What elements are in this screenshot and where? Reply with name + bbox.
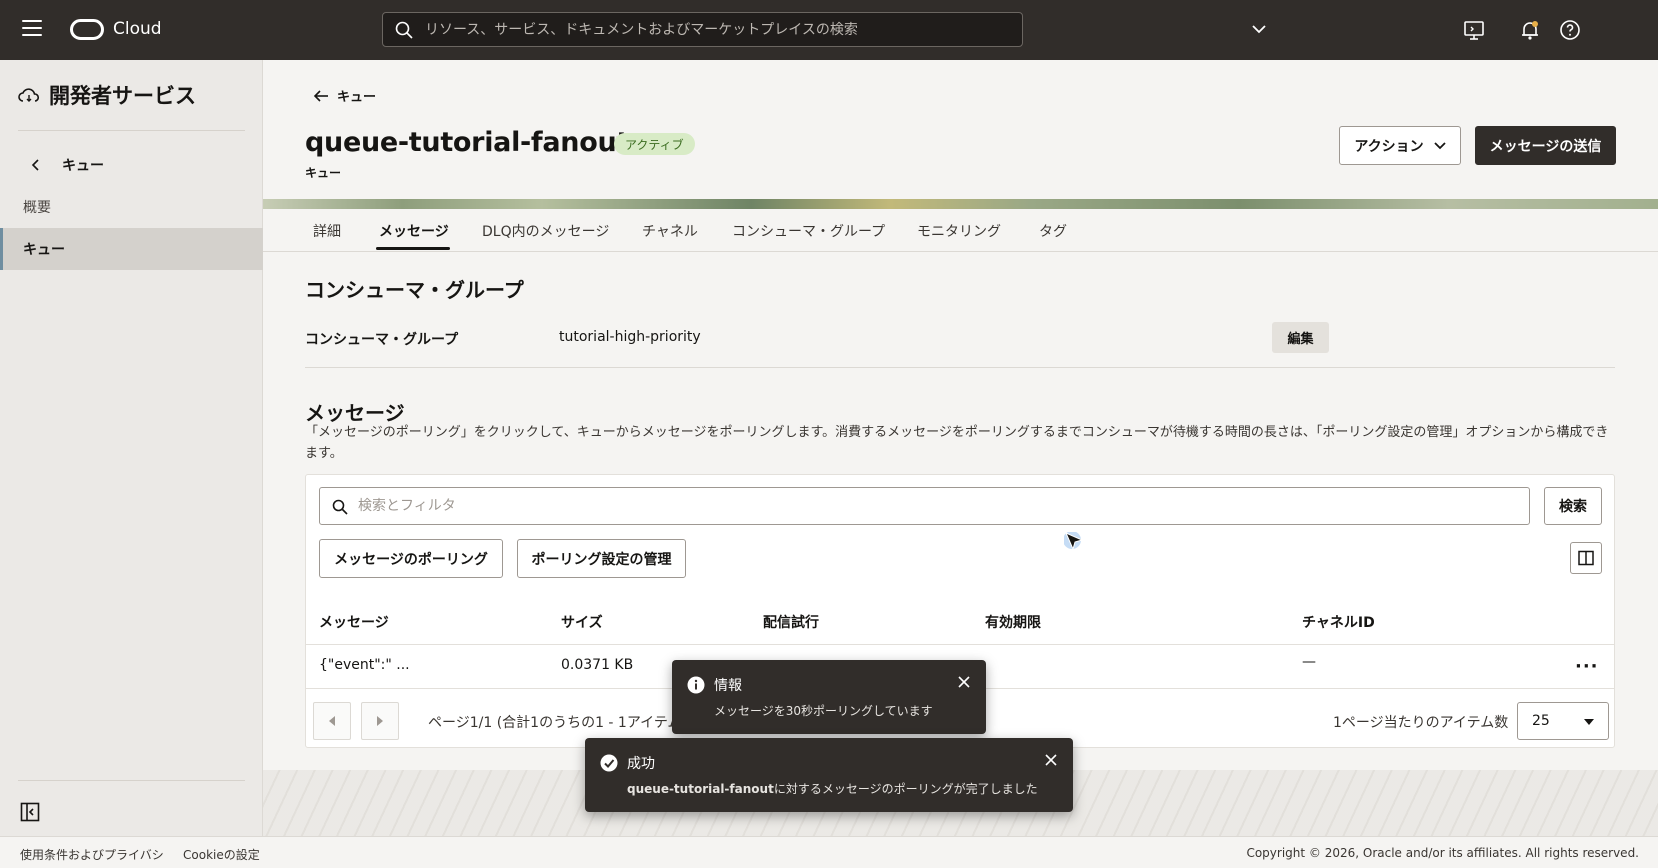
search-filter-input[interactable] [358, 488, 1518, 524]
success-toast-message-text: に対するメッセージのポーリングが完了しました [773, 782, 1038, 796]
tab-channels[interactable]: チャネル [642, 221, 698, 241]
tab-bar: 詳細 メッセージ DLQ内のメッセージ チャネル コンシューマ・グループ モニタ… [263, 209, 1658, 252]
info-toast-title: 情報 [714, 678, 742, 694]
edit-button[interactable]: 編集 [1272, 322, 1329, 353]
menu-icon[interactable] [22, 20, 42, 36]
section-divider [305, 367, 1615, 368]
sidebar-title: 開発者サービス [49, 84, 196, 108]
cookie-settings-link[interactable]: Cookieの設定 [183, 846, 260, 863]
info-toast: 情報 メッセージを30秒ポーリングしています [672, 660, 986, 734]
previous-page-button[interactable] [313, 702, 351, 740]
check-circle-icon [600, 754, 618, 772]
breadcrumb-label: キュー [337, 90, 377, 105]
row-actions-icon[interactable]: ··· [1575, 656, 1599, 677]
consumer-group-section-title: コンシューマ・グループ [305, 278, 524, 302]
chevron-left-icon [31, 159, 39, 171]
collapse-sidebar-icon[interactable] [20, 802, 40, 822]
cell-size: 0.0371 KB [561, 657, 634, 673]
consumer-group-label: コンシューマ・グループ [305, 332, 459, 348]
items-per-page-value: 25 [1532, 713, 1550, 729]
terms-privacy-link[interactable]: 使用条件およびプライバシ [20, 846, 164, 863]
brand-name[interactable]: Cloud [113, 19, 162, 39]
next-page-button[interactable] [361, 702, 399, 740]
tab-details[interactable]: 詳細 [313, 221, 341, 241]
tab-messages[interactable]: メッセージ [379, 221, 449, 241]
page-subtitle: キュー [305, 166, 342, 180]
global-search[interactable] [382, 12, 1023, 47]
chevron-down-icon [1434, 141, 1446, 149]
sidebar-divider [18, 780, 245, 781]
success-toast-queue-name: queue-tutorial-fanout [627, 782, 774, 796]
caret-right-icon [377, 716, 383, 726]
oracle-logo-icon[interactable] [70, 19, 104, 40]
breadcrumb[interactable]: キュー [313, 86, 376, 105]
items-per-page-label: 1ページ当たりのアイテム数 [1333, 715, 1509, 731]
columns-icon [1578, 550, 1594, 566]
info-toast-message: メッセージを30秒ポーリングしています [714, 704, 933, 718]
cell-message[interactable]: {"event":" ... [319, 657, 410, 673]
column-header-delivery-attempts[interactable]: 配信試行 [763, 612, 819, 632]
copyright-text: Copyright © 2026, Oracle and/or its affi… [1246, 846, 1639, 860]
poll-messages-button[interactable]: メッセージのポーリング [319, 539, 503, 578]
column-header-message[interactable]: メッセージ [319, 612, 389, 632]
column-settings-button[interactable] [1570, 542, 1602, 574]
messages-description: 「メッセージのポーリング」をクリックして、キューからメッセージをポーリングします… [305, 425, 1609, 461]
pagination-status: ページ1/1 (合計1のうちの1 - 1アイテム) [428, 715, 687, 731]
search-icon [332, 499, 348, 515]
top-bar: Cloud [0, 0, 1658, 60]
footer: 使用条件およびプライバシ Cookieの設定 Copyright © 2026,… [0, 836, 1658, 868]
info-icon [687, 676, 705, 694]
developer-tools-icon[interactable] [1462, 18, 1486, 42]
success-toast-message: queue-tutorial-fanoutに対するメッセージのポーリングが完了し… [627, 780, 1038, 797]
search-icon [395, 21, 413, 39]
tab-consumer-groups[interactable]: コンシューマ・グループ [732, 221, 885, 241]
tab-dlq-messages[interactable]: DLQ内のメッセージ [482, 221, 609, 241]
tab-monitoring[interactable]: モニタリング [917, 221, 1001, 241]
sidebar-item-overview[interactable]: 概要 [0, 186, 263, 228]
items-per-page-select[interactable]: 25 [1517, 702, 1609, 740]
caret-down-icon [1584, 719, 1594, 725]
page-title: queue-tutorial-fanout [305, 127, 630, 158]
sidebar-back-label: キュー [62, 158, 104, 174]
consumer-group-value: tutorial-high-priority [559, 329, 701, 345]
arrow-left-icon [313, 89, 328, 102]
send-message-button[interactable]: メッセージの送信 [1475, 126, 1616, 165]
help-icon[interactable] [1558, 18, 1582, 42]
close-icon[interactable] [1045, 754, 1057, 766]
column-header-channel-id[interactable]: チャネルID [1302, 612, 1375, 632]
success-toast-title: 成功 [627, 756, 655, 772]
caret-left-icon [329, 716, 335, 726]
column-header-expiry[interactable]: 有効期限 [985, 612, 1041, 632]
search-button[interactable]: 検索 [1544, 487, 1602, 525]
search-filter-field[interactable] [319, 487, 1530, 525]
manage-polling-settings-button[interactable]: ポーリング設定の管理 [517, 539, 686, 578]
cell-channel-id: — [1302, 654, 1316, 670]
close-icon[interactable] [958, 676, 970, 688]
sidebar-item-queue[interactable]: キュー [0, 228, 263, 270]
actions-button[interactable]: アクション [1339, 126, 1461, 165]
notification-bell-icon[interactable] [1518, 18, 1542, 42]
tab-tags[interactable]: タグ [1039, 221, 1067, 241]
active-tab-indicator [376, 247, 450, 250]
actions-button-label: アクション [1354, 138, 1424, 155]
status-badge: アクティブ [614, 133, 695, 155]
column-header-size[interactable]: サイズ [561, 612, 603, 632]
sidebar-divider [18, 130, 245, 131]
mouse-cursor-icon [1064, 532, 1084, 551]
sidebar-back-link[interactable]: キュー [30, 155, 104, 175]
chevron-down-icon[interactable] [1250, 20, 1268, 38]
header-banner [263, 199, 1658, 209]
success-toast: 成功 queue-tutorial-fanoutに対するメッセージのポーリングが… [585, 738, 1073, 812]
cloud-services-icon [18, 88, 40, 102]
global-search-input[interactable] [425, 13, 1005, 46]
table-header-divider [305, 644, 1615, 645]
sidebar: 開発者サービス キュー 概要 キュー [0, 60, 263, 836]
